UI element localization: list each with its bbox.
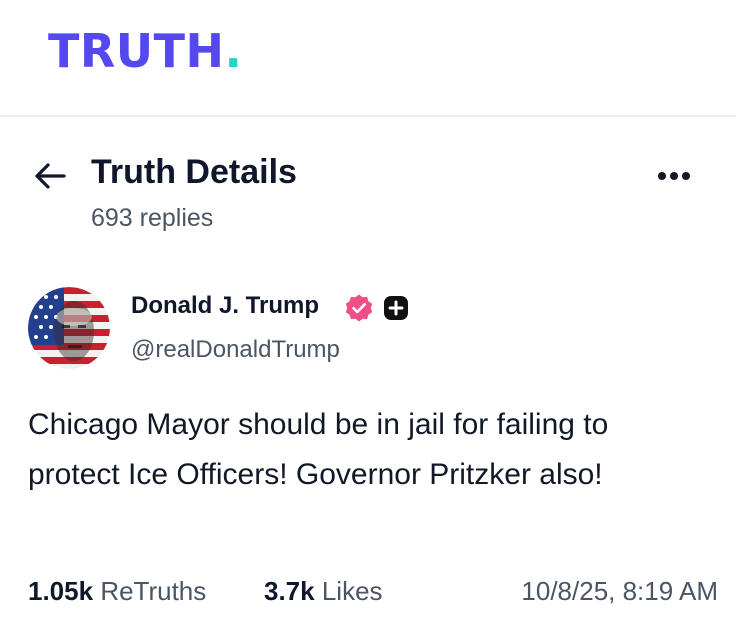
avatar-image xyxy=(28,287,110,369)
retruths-count: 1.05k xyxy=(28,576,94,606)
author-handle[interactable]: @realDonaldTrump xyxy=(131,336,340,364)
author-name[interactable]: Donald J. Trump xyxy=(131,292,319,320)
verified-badge-icon xyxy=(345,294,373,322)
likes-count: 3.7k xyxy=(264,576,315,606)
post-timestamp: 10/8/25, 8:19 AM xyxy=(521,576,718,606)
page-header: Truth Details xyxy=(0,150,736,210)
post-stats: 1.05k ReTruths 3.7k Likes 10/8/25, 8:19 … xyxy=(28,576,718,616)
reply-count: 693 replies xyxy=(91,204,214,232)
truth-logo[interactable]: TRUTH. xyxy=(48,28,243,74)
arrow-left-icon xyxy=(35,163,66,189)
page-title: Truth Details xyxy=(91,153,297,191)
logo-text: TRUTH xyxy=(48,24,225,78)
back-button[interactable] xyxy=(30,156,70,196)
retruths-label: ReTruths xyxy=(100,576,207,606)
post-text: Chicago Mayor should be in jail for fail… xyxy=(28,408,609,491)
logo-dot: . xyxy=(224,24,243,78)
more-options-button[interactable] xyxy=(654,164,694,188)
avatar[interactable] xyxy=(28,287,110,369)
plus-square-icon xyxy=(384,296,408,320)
likes-stat[interactable]: 3.7k Likes xyxy=(264,576,383,607)
retruths-stat[interactable]: 1.05k ReTruths xyxy=(28,576,206,607)
top-bar: TRUTH. xyxy=(0,0,736,117)
more-horizontal-icon xyxy=(658,172,690,180)
likes-label: Likes xyxy=(321,576,383,606)
